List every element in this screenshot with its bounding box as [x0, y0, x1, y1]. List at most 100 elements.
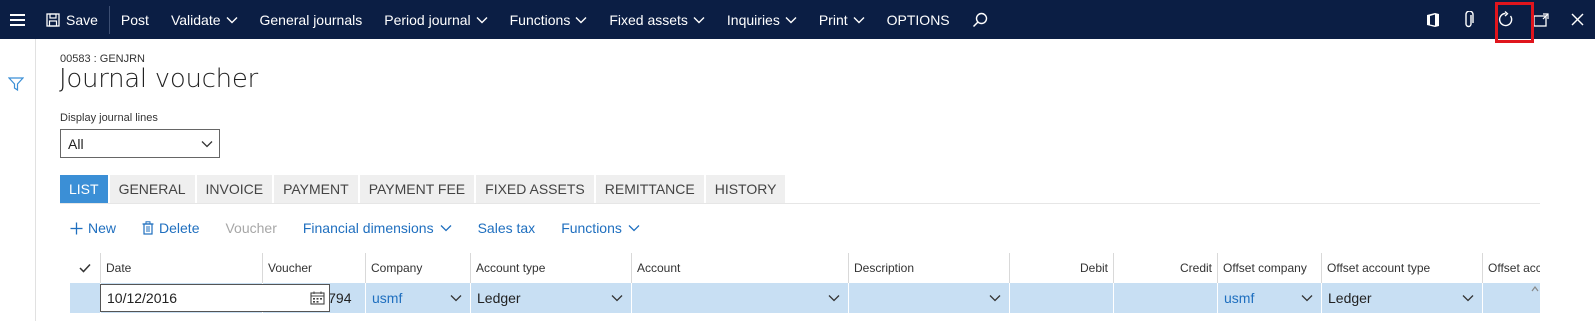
- general-journals-button[interactable]: General journals: [249, 0, 374, 39]
- period-journal-label: Period journal: [384, 11, 471, 28]
- offset-company-value: usmf: [1224, 290, 1255, 306]
- tab-strip: LIST GENERAL INVOICE PAYMENT PAYMENT FEE…: [60, 175, 786, 204]
- account-cell[interactable]: [631, 283, 848, 313]
- functions-label: Functions: [509, 11, 571, 28]
- options-label: OPTIONS: [886, 11, 950, 28]
- save-icon: [46, 12, 60, 27]
- tab-general[interactable]: GENERAL: [109, 175, 195, 203]
- fixed-assets-menu[interactable]: Fixed assets: [598, 0, 716, 39]
- print-label: Print: [818, 11, 848, 28]
- trash-icon: [142, 221, 154, 235]
- tab-divider: [60, 203, 1540, 204]
- period-journal-menu[interactable]: Period journal: [373, 0, 498, 39]
- save-button[interactable]: Save: [34, 0, 109, 39]
- chevron-down-icon: [1462, 295, 1474, 302]
- inquiries-menu[interactable]: Inquiries: [716, 0, 808, 39]
- offset-account-type-value: Ledger: [1328, 290, 1372, 306]
- close-icon: [1571, 13, 1583, 26]
- chevron-down-icon: [476, 16, 488, 23]
- display-journal-lines-label: Display journal lines: [60, 112, 158, 124]
- debit-cell[interactable]: [1009, 283, 1113, 313]
- scroll-up-arrow-icon[interactable]: [1530, 284, 1540, 294]
- fixed-assets-label: Fixed assets: [609, 11, 688, 28]
- company-cell[interactable]: usmf: [365, 283, 470, 313]
- options-button[interactable]: OPTIONS: [876, 0, 961, 39]
- column-header-date[interactable]: Date: [100, 253, 262, 283]
- functions-menu[interactable]: Functions: [499, 0, 599, 39]
- tab-payment[interactable]: PAYMENT: [274, 175, 358, 203]
- financial-dimensions-menu[interactable]: Financial dimensions: [303, 220, 452, 236]
- chevron-down-icon: [201, 141, 213, 148]
- navigation-menu-icon[interactable]: [0, 0, 34, 39]
- tab-payment-fee[interactable]: PAYMENT FEE: [359, 175, 475, 203]
- highlight-box: [1495, 2, 1534, 43]
- column-header-voucher[interactable]: Voucher: [262, 253, 365, 283]
- office-button[interactable]: [1415, 0, 1451, 39]
- company-value: usmf: [372, 290, 403, 306]
- plus-icon: [70, 222, 83, 234]
- chevron-down-icon: [693, 16, 705, 23]
- chevron-down-icon: [440, 225, 452, 232]
- chevron-down-icon: [1301, 295, 1313, 302]
- delete-label: Delete: [159, 220, 200, 236]
- calendar-icon[interactable]: [310, 291, 325, 305]
- delete-button[interactable]: Delete: [142, 220, 199, 236]
- post-label: Post: [120, 11, 149, 28]
- paperclip-icon: [1465, 10, 1474, 27]
- account-type-value: Ledger: [477, 290, 521, 306]
- column-header-company[interactable]: Company: [365, 253, 470, 283]
- page-title: Journal voucher: [59, 64, 258, 94]
- validate-menu[interactable]: Validate: [160, 0, 249, 39]
- display-journal-lines-select[interactable]: All: [60, 129, 220, 158]
- column-header-offset-company[interactable]: Offset company: [1217, 253, 1321, 283]
- checkmark-icon: [79, 263, 91, 273]
- chevron-down-icon: [853, 16, 865, 23]
- column-header-account[interactable]: Account: [631, 253, 848, 283]
- column-header-offset-account-type[interactable]: Offset account type: [1321, 253, 1482, 283]
- sales-tax-button[interactable]: Sales tax: [478, 220, 536, 236]
- chevron-down-icon: [785, 16, 797, 23]
- column-header-debit[interactable]: Debit: [1009, 253, 1113, 283]
- post-button[interactable]: Post: [110, 0, 160, 39]
- command-bar: Save Post Validate General journals Peri…: [0, 0, 1595, 39]
- account-type-cell[interactable]: Ledger: [470, 283, 631, 313]
- office-icon: [1427, 12, 1439, 27]
- description-cell[interactable]: [848, 283, 1009, 313]
- column-header-offset-account[interactable]: Offset acc: [1482, 253, 1540, 283]
- tab-list[interactable]: LIST: [60, 175, 108, 203]
- financial-dimensions-label: Financial dimensions: [302, 220, 434, 236]
- functions-grid-menu[interactable]: Functions: [561, 220, 640, 236]
- row-selector[interactable]: [70, 283, 100, 313]
- display-journal-lines-value: All: [68, 135, 84, 152]
- functions-grid-label: Functions: [561, 220, 622, 236]
- new-label: New: [88, 220, 117, 236]
- grid-action-bar: New Delete Voucher Financial dimensions …: [70, 217, 666, 239]
- select-all-checkbox[interactable]: [70, 253, 100, 283]
- search-icon: [972, 12, 987, 27]
- chevron-down-icon: [575, 16, 587, 23]
- offset-account-type-cell[interactable]: Ledger: [1321, 283, 1482, 313]
- sales-tax-label: Sales tax: [477, 220, 536, 236]
- new-button[interactable]: New: [70, 220, 116, 236]
- filter-icon[interactable]: [8, 76, 24, 92]
- chevron-down-icon: [611, 295, 623, 302]
- column-header-description[interactable]: Description: [848, 253, 1009, 283]
- column-header-account-type[interactable]: Account type: [470, 253, 631, 283]
- print-menu[interactable]: Print: [808, 0, 876, 39]
- voucher-button[interactable]: Voucher: [225, 220, 276, 236]
- general-journals-label: General journals: [259, 11, 363, 28]
- chevron-down-icon: [450, 295, 462, 302]
- close-button[interactable]: [1559, 0, 1595, 39]
- chevron-down-icon: [828, 295, 840, 302]
- tab-invoice[interactable]: INVOICE: [196, 175, 273, 203]
- attachments-button[interactable]: [1451, 0, 1487, 39]
- offset-company-cell[interactable]: usmf: [1217, 283, 1321, 313]
- tab-fixed-assets[interactable]: FIXED ASSETS: [476, 175, 594, 203]
- search-button[interactable]: [961, 0, 999, 39]
- column-header-credit[interactable]: Credit: [1113, 253, 1217, 283]
- credit-cell[interactable]: [1113, 283, 1217, 313]
- date-input[interactable]: 10/12/2016: [100, 284, 330, 312]
- chevron-down-icon: [989, 295, 1001, 302]
- tab-remittance[interactable]: REMITTANCE: [595, 175, 704, 203]
- tab-history[interactable]: HISTORY: [705, 175, 786, 203]
